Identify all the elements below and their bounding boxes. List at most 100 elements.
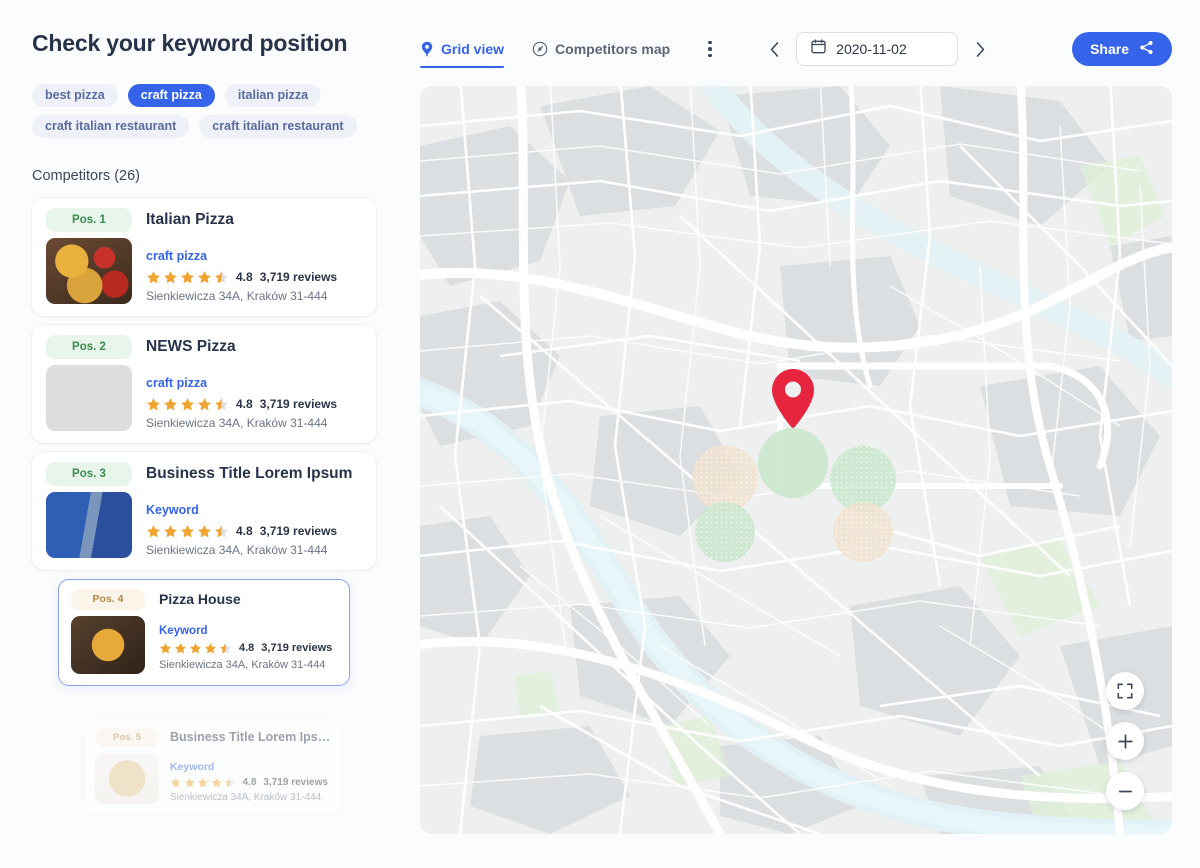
keyword-link[interactable]: Keyword xyxy=(159,625,337,637)
right-panel: Grid view Competitors map 2020-11-02 Sha… xyxy=(420,0,1200,868)
business-thumbnail xyxy=(46,491,132,558)
share-icon xyxy=(1139,40,1154,58)
date-value: 2020-11-02 xyxy=(836,41,907,57)
star-full-icon xyxy=(204,642,217,654)
previous-date-button[interactable] xyxy=(762,35,786,63)
left-panel: Check your keyword position best pizza cr… xyxy=(0,0,420,868)
compass-icon xyxy=(532,41,548,57)
star-full-icon xyxy=(181,270,194,283)
map-canvas[interactable] xyxy=(420,86,1172,834)
competitor-card[interactable]: Pos. 3 Business Title Lorem Ipsum Keyword 4… xyxy=(32,451,376,570)
star-full-icon xyxy=(198,397,211,410)
app-root: Check your keyword position best pizza cr… xyxy=(0,0,1200,868)
minus-icon xyxy=(1118,790,1132,792)
keyword-chip[interactable]: craft italian restaurant xyxy=(32,114,190,138)
star-half-icon xyxy=(215,524,228,537)
star-full-icon xyxy=(164,270,177,283)
business-address: Sienkiewicza 34A, Kraków 31-444 xyxy=(159,658,326,671)
competitor-card[interactable]: Pos. 4 Pizza House Keyword 4.8 3,719 reviews… xyxy=(58,578,350,686)
zoom-in-button[interactable] xyxy=(1106,722,1144,760)
map-tiles xyxy=(420,86,1172,834)
position-badge: Pos. 3 xyxy=(46,461,132,486)
zoom-out-button[interactable] xyxy=(1106,772,1144,810)
business-thumbnail xyxy=(95,752,159,804)
view-tabs: Grid view Competitors map xyxy=(420,30,670,68)
star-half-icon xyxy=(224,777,235,787)
keyword-link[interactable]: Keyword xyxy=(146,503,362,517)
date-navigation: 2020-11-02 xyxy=(762,32,992,66)
fullscreen-button[interactable] xyxy=(1106,672,1144,710)
kebab-dot xyxy=(708,47,712,51)
position-badge: Pos. 5 xyxy=(95,727,159,747)
business-name: NEWS Pizza xyxy=(146,337,236,355)
keyword-chip-list: best pizza craft pizza italian pizza craft … xyxy=(32,83,372,138)
share-button-label: Share xyxy=(1090,41,1129,57)
review-count: 3,719 reviews xyxy=(259,397,338,412)
competitor-card-list: Pos. 1 Italian Pizza craft pizza 4.8 3,719 r… xyxy=(32,197,392,814)
competitor-card[interactable]: Pos. 5 Business Title Lorem Ipsum Keyword 4… xyxy=(84,719,342,814)
map-pin-icon xyxy=(420,41,434,57)
competitors-count-label: Competitors (26) xyxy=(32,167,140,184)
rating-row: 4.8 3,719 reviews xyxy=(146,524,362,539)
tab-grid-view[interactable]: Grid view xyxy=(420,30,505,68)
review-count: 3,719 reviews xyxy=(261,642,333,655)
star-rating xyxy=(146,270,229,285)
calendar-icon xyxy=(811,39,826,59)
keyword-link[interactable]: craft pizza xyxy=(146,376,362,390)
business-name: Italian Pizza xyxy=(146,210,234,228)
star-full-icon xyxy=(181,524,194,537)
business-thumbnail xyxy=(46,237,132,304)
position-badge: Pos. 1 xyxy=(46,207,132,232)
star-rating xyxy=(146,524,229,539)
rating-row: 4.8 3,719 reviews xyxy=(146,270,362,285)
page-title: Check your keyword position xyxy=(32,30,348,56)
position-badge: Pos. 2 xyxy=(46,334,132,359)
business-thumbnail xyxy=(71,615,145,674)
keyword-chip[interactable]: craft pizza xyxy=(127,83,215,107)
star-full-icon xyxy=(174,642,187,654)
review-count: 3,719 reviews xyxy=(259,270,338,285)
next-date-button[interactable] xyxy=(968,35,992,63)
tab-competitors-map[interactable]: Competitors map xyxy=(532,30,670,68)
competitor-card[interactable]: Pos. 1 Italian Pizza craft pizza 4.8 3,719 r… xyxy=(32,197,376,316)
position-badge: Pos. 4 xyxy=(71,588,145,610)
star-full-icon xyxy=(147,270,160,283)
business-address: Sienkiewicza 34A, Kraków 31-444 xyxy=(170,792,322,804)
rating-row: 4.8 3,719 reviews xyxy=(146,397,362,412)
share-button[interactable]: Share xyxy=(1072,32,1172,66)
star-full-icon xyxy=(159,642,172,654)
keyword-chip[interactable]: craft italian restaurant xyxy=(199,114,357,138)
business-name: Business Title Lorem Ipsum xyxy=(170,730,331,744)
rating-value: 4.8 xyxy=(239,642,255,655)
star-half-icon xyxy=(215,397,228,410)
keyword-link[interactable]: craft pizza xyxy=(146,249,362,263)
rating-row: 4.8 3,719 reviews xyxy=(170,777,331,789)
kebab-dot xyxy=(708,53,712,58)
more-options-button[interactable] xyxy=(698,37,722,61)
business-address: Sienkiewicza 34A, Kraków 31-444 xyxy=(146,288,328,303)
star-rating xyxy=(159,642,232,655)
rating-value: 4.8 xyxy=(236,524,253,539)
star-half-icon xyxy=(215,270,228,283)
keyword-chip[interactable]: best pizza xyxy=(32,83,118,107)
keyword-chip[interactable]: italian pizza xyxy=(224,83,322,107)
star-full-icon xyxy=(181,397,194,410)
star-full-icon xyxy=(170,777,181,787)
chevron-left-icon xyxy=(770,41,778,57)
plus-icon xyxy=(1117,733,1133,749)
star-full-icon xyxy=(211,777,222,787)
rating-value: 4.8 xyxy=(236,270,253,285)
business-name: Pizza House xyxy=(159,591,241,607)
map-controls xyxy=(1106,672,1144,810)
star-full-icon xyxy=(197,777,208,787)
toolbar: Grid view Competitors map 2020-11-02 Sha… xyxy=(420,30,1172,68)
business-address: Sienkiewicza 34A, Kraków 31-444 xyxy=(146,542,328,557)
star-full-icon xyxy=(164,397,177,410)
star-full-icon xyxy=(147,397,160,410)
rating-value: 4.8 xyxy=(242,776,257,788)
review-count: 3,719 reviews xyxy=(259,524,338,539)
keyword-link[interactable]: Keyword xyxy=(170,761,331,773)
competitor-card[interactable]: Pos. 2 NEWS Pizza craft pizza 4.8 3,719 revi… xyxy=(32,324,376,443)
date-picker-field[interactable]: 2020-11-02 xyxy=(796,32,959,66)
rating-row: 4.8 3,719 reviews xyxy=(159,642,337,655)
